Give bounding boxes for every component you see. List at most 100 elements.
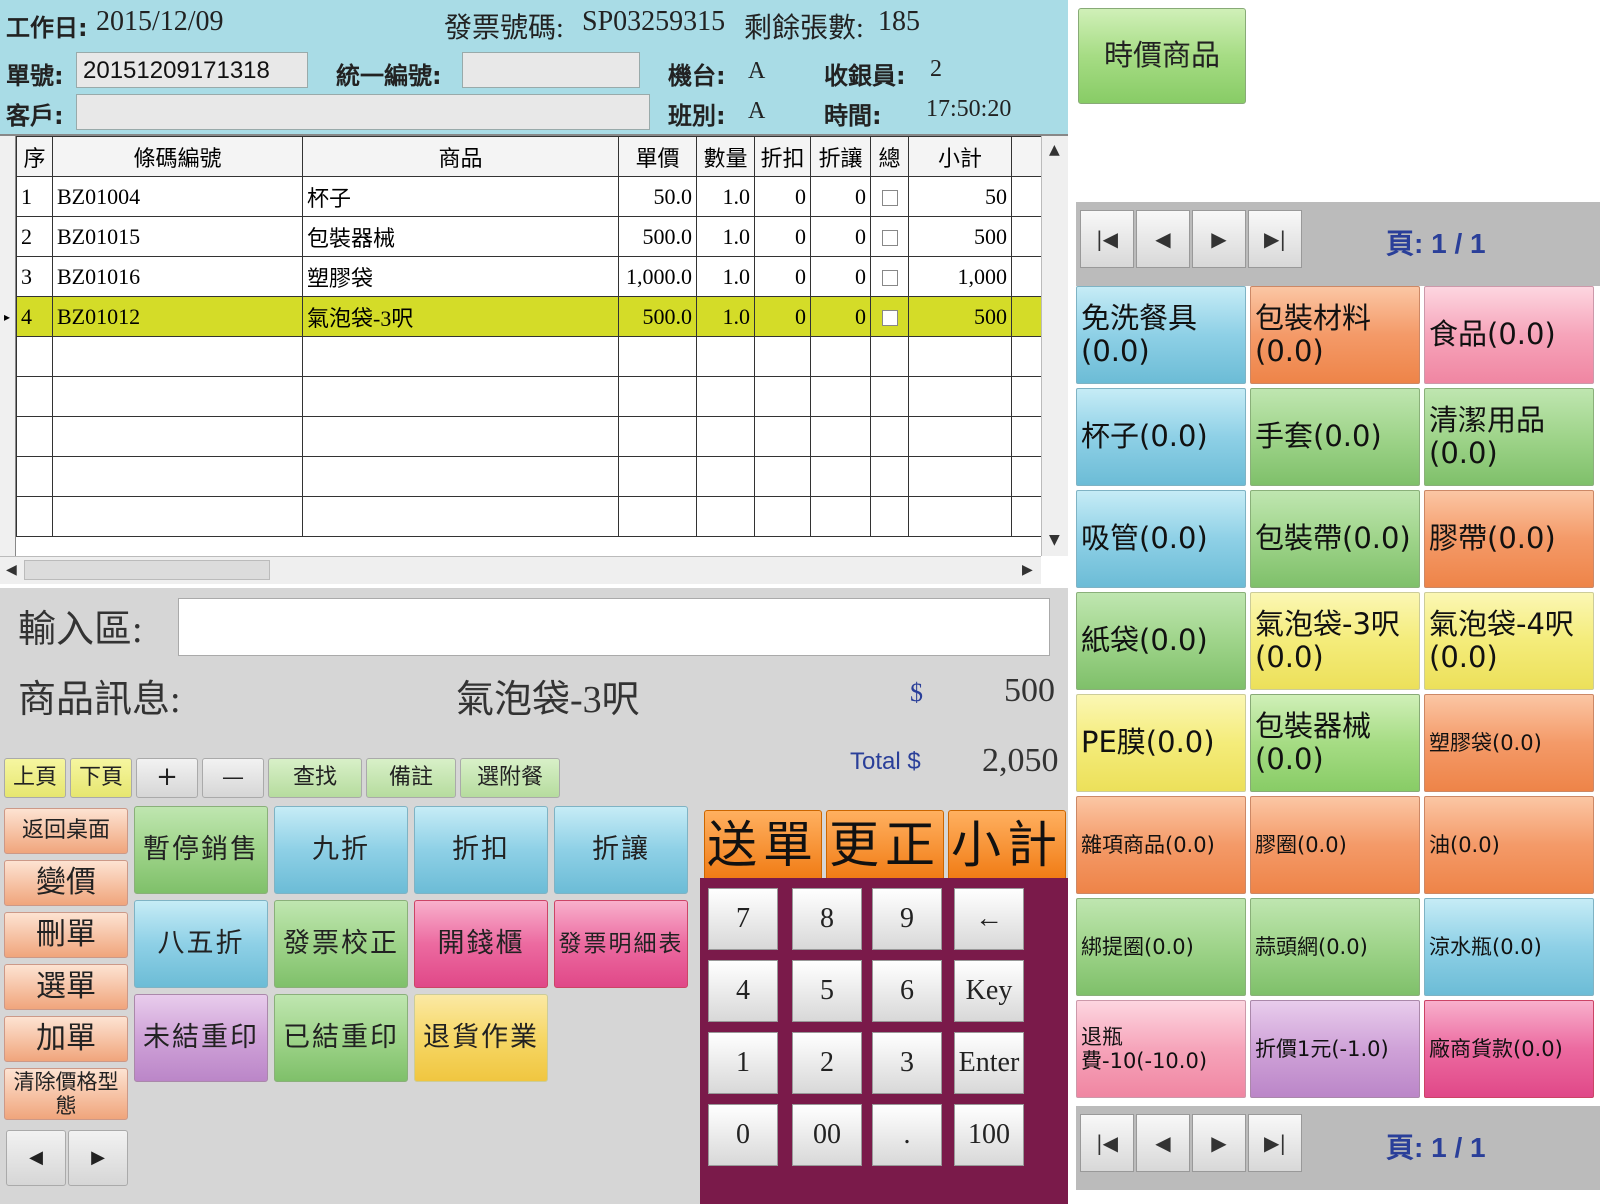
category-button[interactable]: 包裝器械(0.0) [1250,694,1420,792]
key-3[interactable]: 3 [872,1032,942,1094]
prev-page-icon[interactable]: ◀ [1136,1114,1190,1172]
table-row[interactable] [16,456,1042,497]
send-order-button[interactable]: 送單 [704,810,822,882]
invoice-correction-button[interactable]: 發票校正 [274,900,408,988]
col-header-code[interactable]: 條碼編號 [52,136,303,177]
return-goods-button[interactable]: 退貨作業 [414,994,548,1082]
table-row[interactable]: 4 BZ01012 氣泡袋-3呎 500.0 1.0 0 0 500 [16,296,1042,337]
market-price-button[interactable]: 時價商品 [1078,8,1246,104]
table-row[interactable]: 1 BZ01004 杯子 50.0 1.0 0 0 50 [16,176,1042,217]
key-7[interactable]: 7 [708,888,778,950]
category-button[interactable]: 免洗餐具(0.0) [1076,286,1246,384]
category-button[interactable]: PE膜(0.0) [1076,694,1246,792]
category-button[interactable]: 油(0.0) [1424,796,1594,894]
scroll-left-icon[interactable]: ◀ [6,562,17,578]
select-order-button[interactable]: 選單 [4,964,128,1010]
total-checkbox[interactable] [881,270,898,287]
key-4[interactable]: 4 [708,960,778,1022]
key-1[interactable]: 1 [708,1032,778,1094]
side-next-button[interactable]: ▶ [68,1130,128,1186]
total-checkbox[interactable] [881,230,898,247]
last-page-icon[interactable]: ▶| [1248,1114,1302,1172]
search-button[interactable]: 查找 [268,758,362,798]
invoice-detail-button[interactable]: 發票明細表 [554,900,688,988]
first-page-icon[interactable]: |◀ [1080,210,1134,268]
category-button[interactable]: 包裝帶(0.0) [1250,490,1420,588]
category-button[interactable]: 包裝材料(0.0) [1250,286,1420,384]
category-button[interactable]: 綁提圈(0.0) [1076,898,1246,996]
return-desktop-button[interactable]: 返回桌面 [4,808,128,854]
vertical-scrollbar[interactable]: ▲ ▼ [1041,136,1068,556]
input-area-field[interactable] [178,598,1050,656]
col-header-qty[interactable]: 數量 [696,136,755,177]
key-100[interactable]: 100 [954,1104,1024,1166]
table-row[interactable] [16,336,1042,377]
horizontal-scrollbar[interactable]: ◀ ▶ [0,556,1041,584]
correction-button[interactable]: 更正 [826,810,944,882]
reprint-unsettled-button[interactable]: 未結重印 [134,994,268,1082]
prev-page-icon[interactable]: ◀ [1136,210,1190,268]
side-prev-button[interactable]: ◀ [6,1130,66,1186]
open-drawer-button[interactable]: 開錢櫃 [414,900,548,988]
table-row[interactable] [16,496,1042,537]
key-dot[interactable]: . [872,1104,942,1166]
total-checkbox[interactable] [881,190,898,207]
col-header-allowance[interactable]: 折讓 [810,136,871,177]
col-header-total-flag[interactable]: 總 [870,136,909,177]
category-button[interactable]: 清潔用品(0.0) [1424,388,1594,486]
clear-price-type-button[interactable]: 清除價格型態 [4,1068,128,1120]
table-row[interactable]: 3 BZ01016 塑膠袋 1,000.0 1.0 0 0 1,000 [16,256,1042,297]
key-0[interactable]: 0 [708,1104,778,1166]
scroll-right-icon[interactable]: ▶ [1022,562,1033,578]
customer-field[interactable] [76,94,650,130]
fifteen-percent-off-button[interactable]: 八五折 [134,900,268,988]
tax-id-field[interactable] [462,52,640,88]
enter-key[interactable]: Enter [954,1032,1024,1094]
key-6[interactable]: 6 [872,960,942,1022]
table-row[interactable]: 2 BZ01015 包裝器械 500.0 1.0 0 0 500 [16,216,1042,257]
minus-button[interactable]: — [202,758,264,798]
backspace-key[interactable]: ← [954,888,1024,950]
col-header-subtotal[interactable]: 小計 [908,136,1012,177]
delete-order-button[interactable]: 刪單 [4,912,128,958]
key-00[interactable]: 00 [792,1104,862,1166]
subtotal-button[interactable]: 小計 [948,810,1066,882]
add-order-button[interactable]: 加單 [4,1016,128,1062]
category-button[interactable]: 膠帶(0.0) [1424,490,1594,588]
last-page-icon[interactable]: ▶| [1248,210,1302,268]
key-2[interactable]: 2 [792,1032,862,1094]
col-header-discount[interactable]: 折扣 [754,136,811,177]
reprint-settled-button[interactable]: 已結重印 [274,994,408,1082]
category-button[interactable]: 廠商貨款(0.0) [1424,1000,1594,1098]
key-8[interactable]: 8 [792,888,862,950]
next-page-button[interactable]: 下頁 [70,758,132,798]
scroll-up-icon[interactable]: ▲ [1049,142,1060,158]
key-5[interactable]: 5 [792,960,862,1022]
first-page-icon[interactable]: |◀ [1080,1114,1134,1172]
category-button[interactable]: 退瓶費-10(-10.0) [1076,1000,1246,1098]
table-row[interactable] [16,376,1042,417]
key-9[interactable]: 9 [872,888,942,950]
note-button[interactable]: 備註 [366,758,456,798]
plus-button[interactable]: + [136,758,198,798]
category-button[interactable]: 折價1元(-1.0) [1250,1000,1420,1098]
total-checkbox[interactable] [881,310,898,327]
allowance-button[interactable]: 折讓 [554,806,688,894]
col-header-product[interactable]: 商品 [302,136,619,177]
pause-sale-button[interactable]: 暫停銷售 [134,806,268,894]
category-button[interactable]: 食品(0.0) [1424,286,1594,384]
category-button[interactable]: 涼水瓶(0.0) [1424,898,1594,996]
category-button[interactable]: 紙袋(0.0) [1076,592,1246,690]
category-button[interactable]: 氣泡袋-4呎(0.0) [1424,592,1594,690]
ten-percent-off-button[interactable]: 九折 [274,806,408,894]
category-button[interactable]: 雜項商品(0.0) [1076,796,1246,894]
scroll-thumb[interactable] [24,560,270,580]
col-header-price[interactable]: 單價 [618,136,697,177]
order-number-field[interactable]: 20151209171318 [76,52,308,88]
category-button[interactable]: 塑膠袋(0.0) [1424,694,1594,792]
category-button[interactable]: 手套(0.0) [1250,388,1420,486]
category-button[interactable]: 膠圈(0.0) [1250,796,1420,894]
discount-button[interactable]: 折扣 [414,806,548,894]
key-key[interactable]: Key [954,960,1024,1022]
change-price-button[interactable]: 變價 [4,860,128,906]
